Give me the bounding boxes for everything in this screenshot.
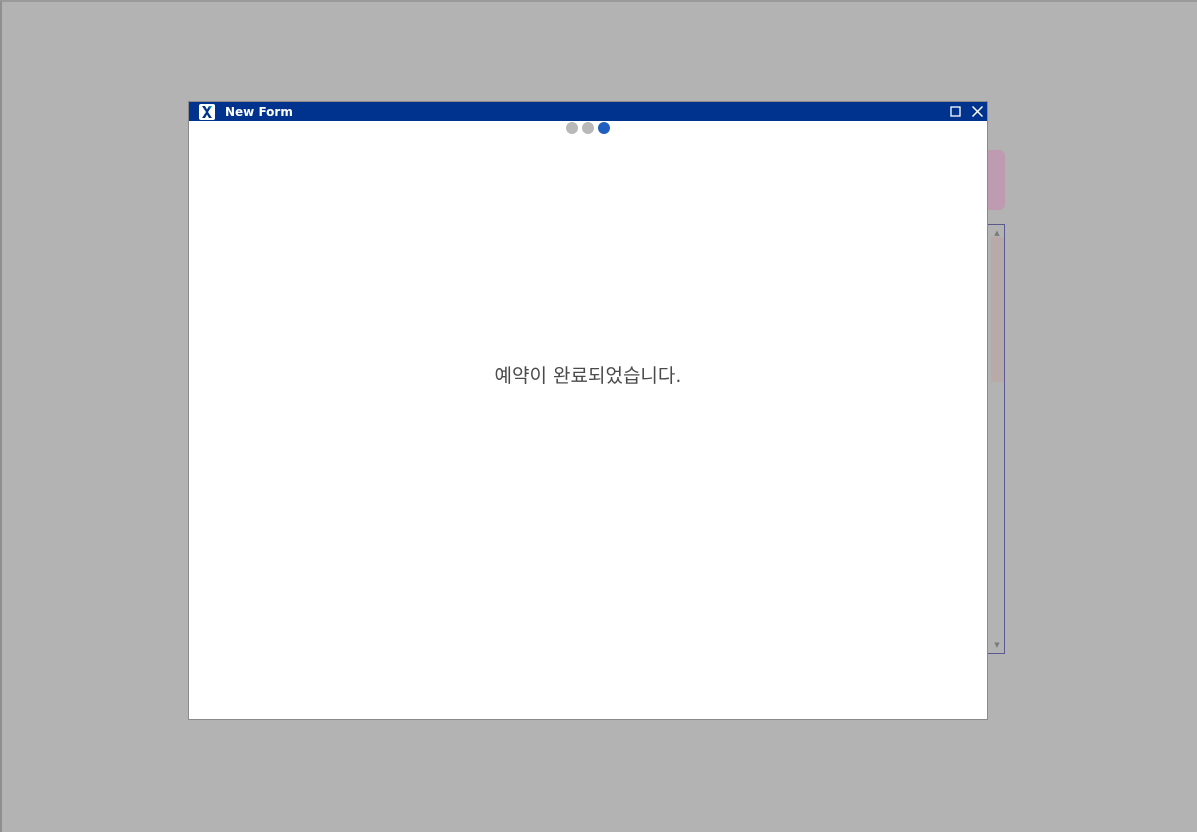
loading-dot bbox=[566, 122, 578, 134]
x-app-icon bbox=[199, 104, 215, 120]
close-icon bbox=[971, 105, 984, 118]
dialog-titlebar[interactable]: New Form bbox=[189, 102, 987, 121]
loading-dot bbox=[582, 122, 594, 134]
scroll-up-arrow-icon: ▲ bbox=[994, 229, 1000, 237]
new-form-dialog: New Form 예약이 완료되었습니다. bbox=[188, 101, 988, 720]
maximize-button[interactable] bbox=[948, 104, 963, 119]
loading-indicator bbox=[566, 122, 610, 134]
maximize-icon bbox=[950, 106, 961, 117]
dialog-title: New Form bbox=[225, 105, 293, 119]
reservation-complete-message: 예약이 완료되었습니다. bbox=[494, 365, 682, 387]
scroll-down-arrow-icon: ▼ bbox=[994, 641, 1000, 649]
close-button[interactable] bbox=[970, 104, 985, 119]
loading-dot-active bbox=[598, 122, 610, 134]
background-panel-highlight bbox=[991, 237, 1004, 382]
